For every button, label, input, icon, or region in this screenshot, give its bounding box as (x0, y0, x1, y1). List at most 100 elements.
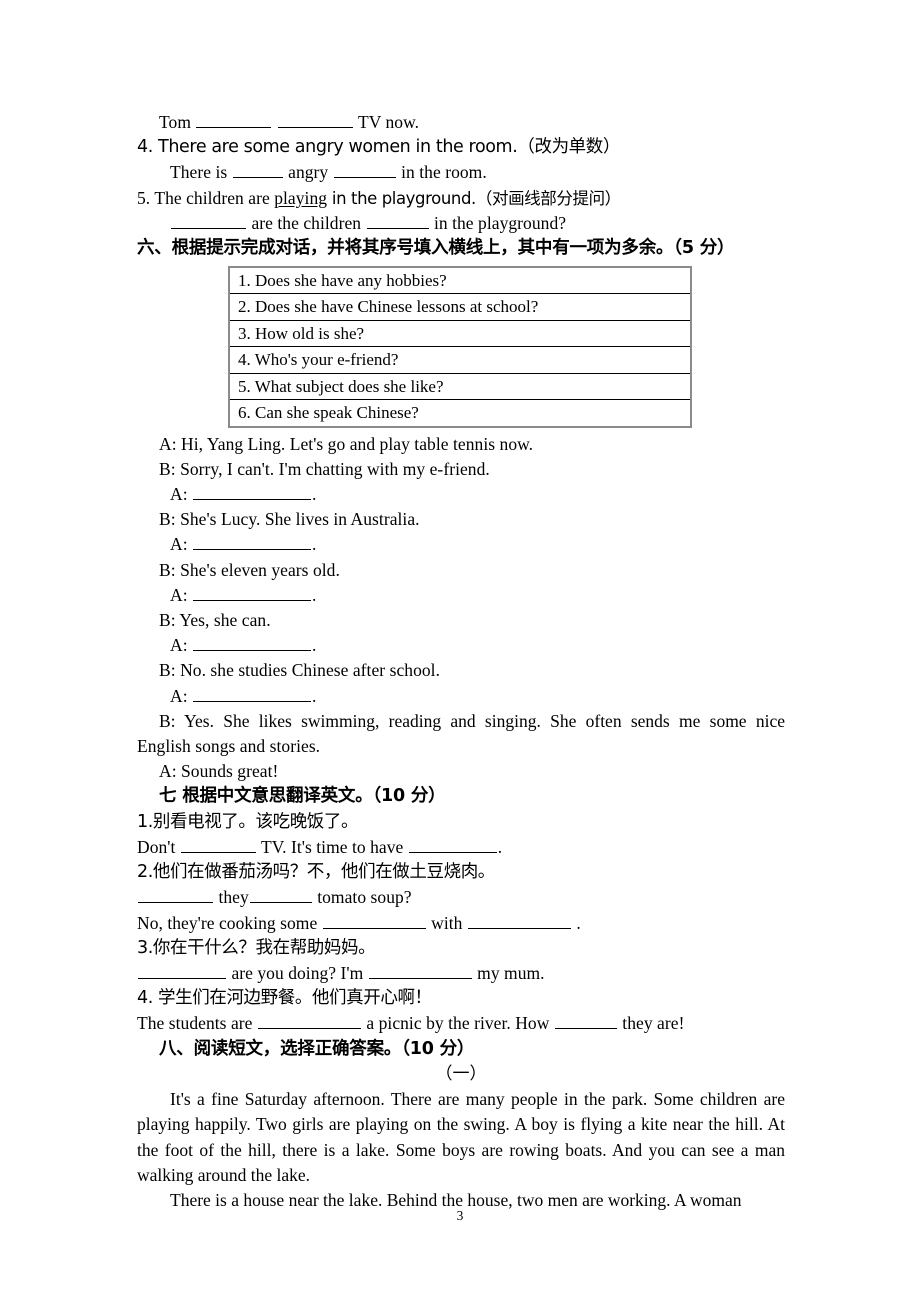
option-item[interactable]: 4. Who's your e-friend? (229, 346, 691, 374)
reading-passage: It's a fine Saturday afternoon. There ar… (137, 1087, 785, 1213)
page-number: 3 (456, 1208, 464, 1223)
dialogue-speaker: A: (170, 584, 188, 605)
q4-answer-middle: angry (288, 162, 329, 183)
q4-answer-prefix: There is (170, 162, 228, 183)
dialogue-line: B: She's eleven years old. (137, 558, 785, 583)
section-6-heading: 六、根据提示完成对话，并将其序号填入横线上，其中有一项为多余。（5 分） (137, 238, 735, 259)
t2-blank-2[interactable] (249, 887, 312, 904)
dialogue-line-blank: A: . (137, 684, 785, 709)
dialogue-answer-blank[interactable] (193, 686, 312, 702)
translate-item-2-answer-line-2: No, they're cooking some with . (137, 911, 785, 936)
t3-blank-2[interactable] (368, 963, 472, 980)
q4-blank-1[interactable] (232, 162, 283, 179)
t2b-suffix: . (576, 912, 581, 933)
t3-middle: are you doing? I'm (231, 963, 364, 984)
t2-middle: they (218, 887, 249, 908)
t1-blank-2[interactable] (408, 837, 497, 854)
translate-item-1-answer: Don't TV. It's time to have . (137, 835, 785, 860)
dialogue-long-answer-line-2: English songs and stories. (137, 735, 321, 756)
option-item[interactable]: 1. Does she have any hobbies? (229, 266, 691, 295)
t4-blank-1[interactable] (257, 1013, 361, 1030)
t2-blank-3[interactable] (322, 913, 426, 929)
q3-blank-1[interactable] (196, 112, 272, 128)
translate-item-1-chinese: 1.别看电视了。该吃晚饭了。 (137, 811, 359, 832)
t2-blank-4[interactable] (467, 913, 571, 929)
dialogue-answer-blank[interactable] (193, 484, 312, 500)
translate-item-4-answer: The students are a picnic by the river. … (137, 1011, 785, 1036)
dialogue-speaker: A: (159, 433, 177, 454)
dialogue-speaker: A: (170, 534, 188, 555)
t3-blank-1[interactable] (138, 963, 226, 980)
section-6-dialogue: A: Hi, Yang Ling. Let's go and play tabl… (137, 432, 785, 785)
dialogue-text: Yes, she can. (179, 609, 271, 630)
translate-item-4-chinese: 4. 学生们在河边野餐。他们真开心啊！ (137, 988, 432, 1009)
option-item[interactable]: 6. Can she speak Chinese? (229, 399, 691, 427)
t2b-middle: with (431, 912, 463, 933)
t1-prefix: Don't (137, 837, 176, 858)
dialogue-text: . (312, 534, 317, 555)
dialogue-line-blank: A: . (137, 583, 785, 608)
dialogue-speaker: B: (159, 609, 176, 630)
dialogue-line-blank: A: . (137, 482, 785, 507)
dialogue-line: A: Hi, Yang Ling. Let's go and play tabl… (137, 432, 785, 457)
dialogue-answer-blank[interactable] (193, 635, 312, 652)
q5-blank-2[interactable] (366, 213, 429, 229)
table-row: 1. Does she have any hobbies? (229, 266, 691, 295)
question-5-answer-line: are the children in the playground? (137, 211, 785, 236)
section-6-options-table: 1. Does she have any hobbies? 2. Does sh… (228, 265, 692, 428)
table-row: 2. Does she have Chinese lessons at scho… (229, 293, 691, 321)
q5-prompt-prefix: 5. The children are (137, 187, 275, 208)
t4-suffix: they are! (622, 1013, 685, 1034)
passage-marker: （一） (435, 1064, 487, 1085)
dialogue-speaker: A: (170, 483, 188, 504)
passage-paragraph-1: It's a fine Saturday afternoon. There ar… (137, 1089, 785, 1185)
option-item[interactable]: 2. Does she have Chinese lessons at scho… (229, 293, 691, 321)
q5-blank-1[interactable] (171, 213, 246, 229)
dialogue-line-blank: A: . (137, 532, 785, 557)
dialogue-text: Sorry, I can't. I'm chatting with my e-f… (180, 458, 490, 479)
option-item[interactable]: 5. What subject does she like? (229, 372, 691, 401)
t4-prefix: The students are (137, 1013, 253, 1034)
translate-item-2-chinese: 2.他们在做番茄汤吗？不，他们在做土豆烧肉。 (137, 862, 495, 883)
dialogue-text: . (312, 685, 317, 706)
table-row: 3. How old is she? (229, 319, 691, 348)
dialogue-text: . (312, 635, 317, 656)
dialogue-speaker: A: (170, 635, 188, 656)
dialogue-long-answer-line-1: B: Yes. She likes swimming, reading and … (159, 710, 785, 731)
translate-item-2-answer-line-1: they tomato soup? (137, 885, 785, 910)
dialogue-answer-blank[interactable] (193, 534, 312, 551)
t1-blank-1[interactable] (180, 837, 256, 854)
dialogue-text: She's eleven years old. (180, 559, 340, 580)
dialogue-speaker: A: (170, 685, 188, 706)
q5-answer-suffix: in the playground? (433, 212, 567, 233)
q3-blank-2[interactable] (277, 112, 353, 128)
translate-item-3-chinese: 3.你在干什么？我在帮助妈妈。 (137, 937, 376, 958)
question-3-answer-line: Tom TV now. (137, 110, 785, 135)
dialogue-line-blank: A: . (137, 633, 785, 658)
dialogue-final-line: A: Sounds great! (159, 761, 279, 782)
dialogue-line: B: She's Lucy. She lives in Australia. (137, 507, 785, 532)
table-row: 6. Can she speak Chinese? (229, 399, 691, 427)
q3-answer-prefix: Tom (159, 112, 191, 132)
section-7-heading: 七 根据中文意思翻译英文。（10 分） (159, 786, 446, 807)
q4-blank-2[interactable] (333, 162, 396, 179)
t4-blank-2[interactable] (554, 1013, 617, 1030)
dialogue-text: No. she studies Chinese after school. (180, 660, 441, 681)
dialogue-speaker: B: (159, 660, 176, 681)
dialogue-line: B: Sorry, I can't. I'm chatting with my … (137, 457, 785, 482)
t1-suffix: . (497, 837, 503, 858)
option-item[interactable]: 3. How old is she? (229, 319, 691, 348)
dialogue-answer-blank[interactable] (193, 585, 312, 601)
dialogue-text: She's Lucy. She lives in Australia. (180, 509, 420, 530)
t2-blank-1[interactable] (138, 887, 213, 904)
dialogue-text: . (312, 584, 317, 605)
dialogue-speaker: B: (159, 458, 176, 479)
section-8-heading: 八、阅读短文，选择正确答案。（10 分） (159, 1038, 475, 1059)
question-4-prompt: 4. There are some angry women in the roo… (137, 137, 620, 158)
table-row: 5. What subject does she like? (229, 372, 691, 401)
dialogue-line: B: No. she studies Chinese after school. (137, 658, 785, 683)
table-row: 4. Who's your e-friend? (229, 346, 691, 374)
q5-underlined-word: playing (274, 187, 328, 208)
q5-answer-middle: are the children (251, 212, 362, 233)
dialogue-speaker: B: (159, 559, 176, 580)
